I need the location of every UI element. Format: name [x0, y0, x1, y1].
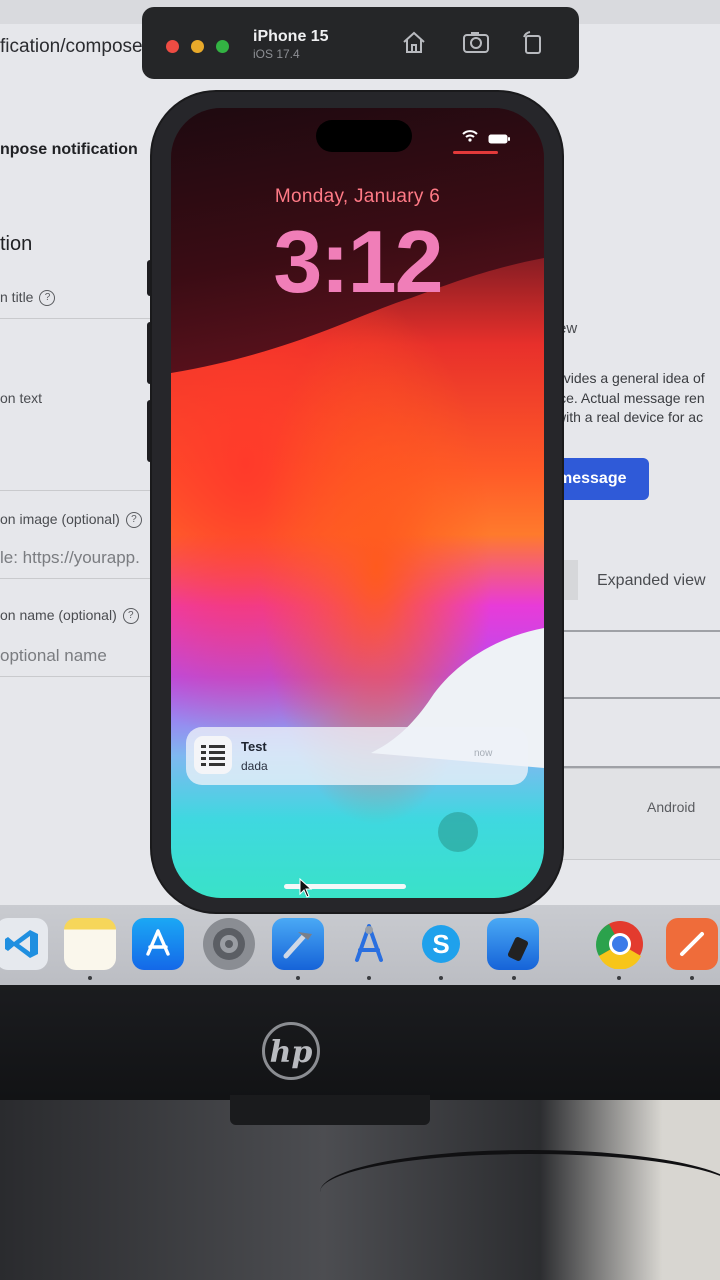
text-field-label: on text — [0, 390, 43, 406]
simulator-toolbar — [142, 7, 579, 79]
minimize-window-button[interactable] — [191, 40, 204, 53]
title-field[interactable] — [0, 318, 155, 319]
send-test-message-button[interactable]: message — [548, 458, 649, 500]
device-name: iPhone 15 — [253, 28, 329, 45]
help-icon[interactable]: ? — [39, 290, 56, 307]
close-window-button[interactable] — [166, 40, 179, 53]
app-notification-icon — [194, 736, 232, 774]
dynamic-island — [316, 120, 412, 152]
camera-shortcut-button[interactable] — [438, 812, 478, 852]
system-settings-icon[interactable] — [203, 918, 255, 970]
postman-icon[interactable] — [666, 918, 718, 970]
android-label: Android — [647, 799, 696, 815]
rotate-icon[interactable] — [520, 30, 546, 54]
section-title: tion — [0, 233, 33, 255]
chrome-icon[interactable] — [594, 918, 646, 970]
notification-title: Test — [241, 739, 267, 754]
status-bar-underline — [453, 151, 498, 154]
running-indicator — [617, 976, 621, 980]
running-indicator — [512, 976, 516, 980]
vscode-icon[interactable] — [0, 918, 48, 970]
page-title: npose notification — [0, 141, 138, 158]
divider — [545, 697, 720, 699]
text-field[interactable] — [0, 490, 155, 491]
battery-icon — [488, 131, 510, 144]
notes-icon[interactable] — [64, 918, 116, 970]
notification-body: dada — [241, 759, 268, 773]
notification-time: now — [474, 748, 493, 759]
screenshot-icon[interactable] — [462, 30, 489, 54]
help-icon[interactable]: ? — [125, 512, 142, 529]
running-indicator — [439, 976, 443, 980]
name-field-underline — [0, 676, 155, 677]
instruments-icon[interactable] — [343, 918, 395, 970]
title-field-label: n title? — [0, 289, 56, 307]
image-url-input[interactable]: le: https://yourapp. — [0, 548, 140, 568]
image-field-underline — [0, 578, 155, 579]
tab-expanded-view[interactable]: Expanded view — [597, 572, 706, 590]
running-indicator — [88, 976, 92, 980]
running-indicator — [296, 976, 300, 980]
app-store-icon[interactable] — [132, 918, 184, 970]
preview-description: ovides a general idea of ice. Actual mes… — [556, 370, 705, 425]
zoom-window-button[interactable] — [216, 40, 229, 53]
lock-screen-date: Monday, January 6 — [274, 186, 441, 207]
browser-url[interactable]: fication/compose — [0, 36, 143, 58]
svg-text:S: S — [432, 929, 449, 959]
os-version: iOS 17.4 — [253, 47, 300, 61]
wifi-icon — [462, 129, 478, 142]
monitor-bezel — [0, 985, 720, 1110]
divider — [545, 630, 720, 632]
xcode-icon[interactable] — [272, 918, 324, 970]
hp-logo: hp — [262, 1022, 320, 1080]
home-icon[interactable] — [401, 30, 427, 54]
running-indicator — [367, 976, 371, 980]
android-preview-card — [560, 768, 720, 860]
image-field-label: on image (optional)? — [0, 511, 142, 529]
lock-screen-time: 3:12 — [273, 212, 443, 311]
name-field-label: on name (optional)? — [0, 607, 139, 625]
monitor-stand — [230, 1095, 430, 1125]
cable — [320, 1150, 720, 1234]
mouse-cursor-icon — [299, 877, 313, 898]
simulator-icon[interactable] — [487, 918, 539, 970]
running-indicator — [690, 976, 694, 980]
skype-icon[interactable]: S — [415, 918, 467, 970]
name-input[interactable]: optional name — [0, 646, 107, 666]
help-icon[interactable]: ? — [122, 608, 139, 625]
